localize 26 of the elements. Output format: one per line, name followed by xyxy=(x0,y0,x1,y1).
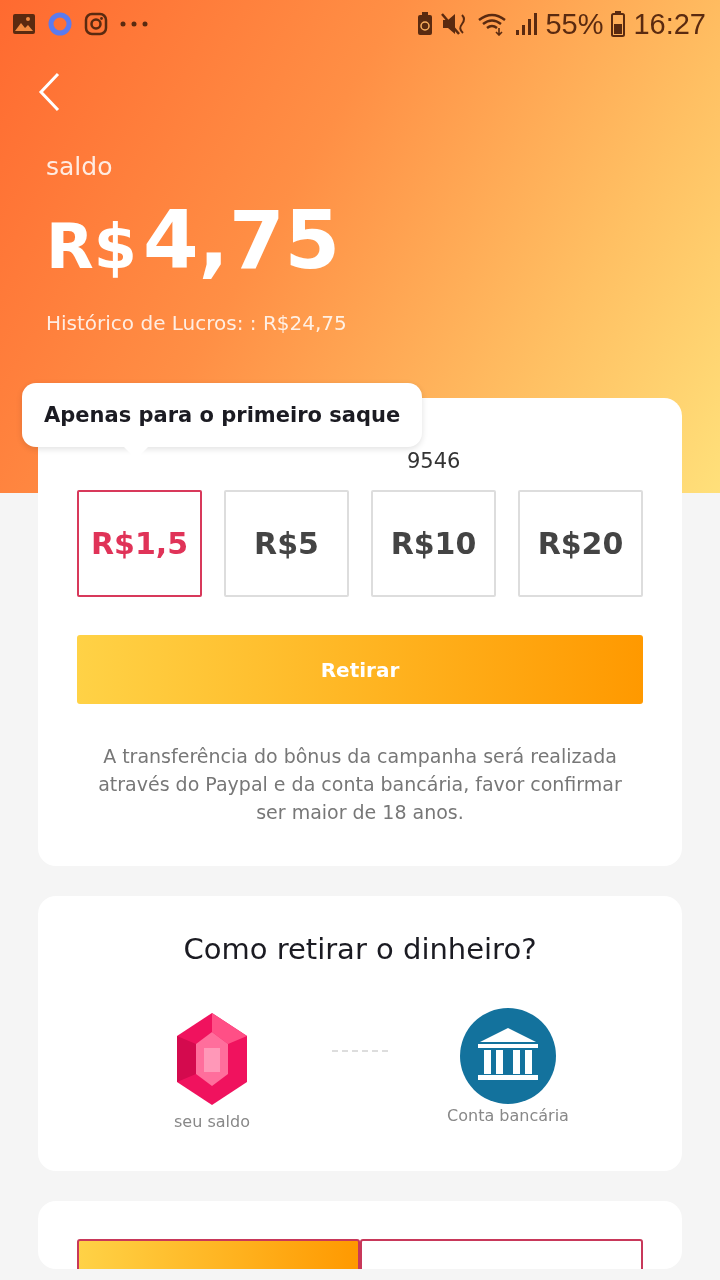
amount-option[interactable]: R$10 xyxy=(371,490,496,597)
battery-saver-icon xyxy=(417,12,434,36)
bank-icon xyxy=(460,1008,556,1104)
ring-icon xyxy=(48,12,72,36)
amount-option[interactable]: R$5 xyxy=(224,490,349,597)
amount-option[interactable]: R$20 xyxy=(518,490,643,597)
battery-percent: 55% xyxy=(545,7,604,41)
more-icon xyxy=(120,21,148,27)
withdraw-note: A transferência do bônus da campanha será realizada através do Paypal e da conta bancária, favor confirmar ser maior de 18 anos. xyxy=(97,744,623,825)
how-title: Como retirar o dinheiro? xyxy=(182,932,538,966)
balance-amount: R$4,75 xyxy=(46,201,342,281)
step-label: seu saldo xyxy=(174,1112,250,1131)
signal-icon xyxy=(515,12,538,36)
wifi-icon xyxy=(477,12,508,36)
gem-icon xyxy=(176,1012,248,1106)
step-label: Conta bancária xyxy=(447,1106,569,1125)
account-number: 9546 xyxy=(407,449,461,473)
clock: 16:27 xyxy=(633,7,706,41)
balance-label: saldo xyxy=(46,152,114,181)
camera-icon xyxy=(84,12,108,36)
battery-icon xyxy=(611,11,626,37)
gallery-icon xyxy=(12,13,36,35)
back-icon[interactable] xyxy=(38,72,60,112)
amount-option[interactable]: R$1,5 xyxy=(77,490,202,597)
profit-history: Histórico de Lucros: : R$24,75 xyxy=(46,311,348,335)
dashed-connector xyxy=(332,1050,388,1052)
